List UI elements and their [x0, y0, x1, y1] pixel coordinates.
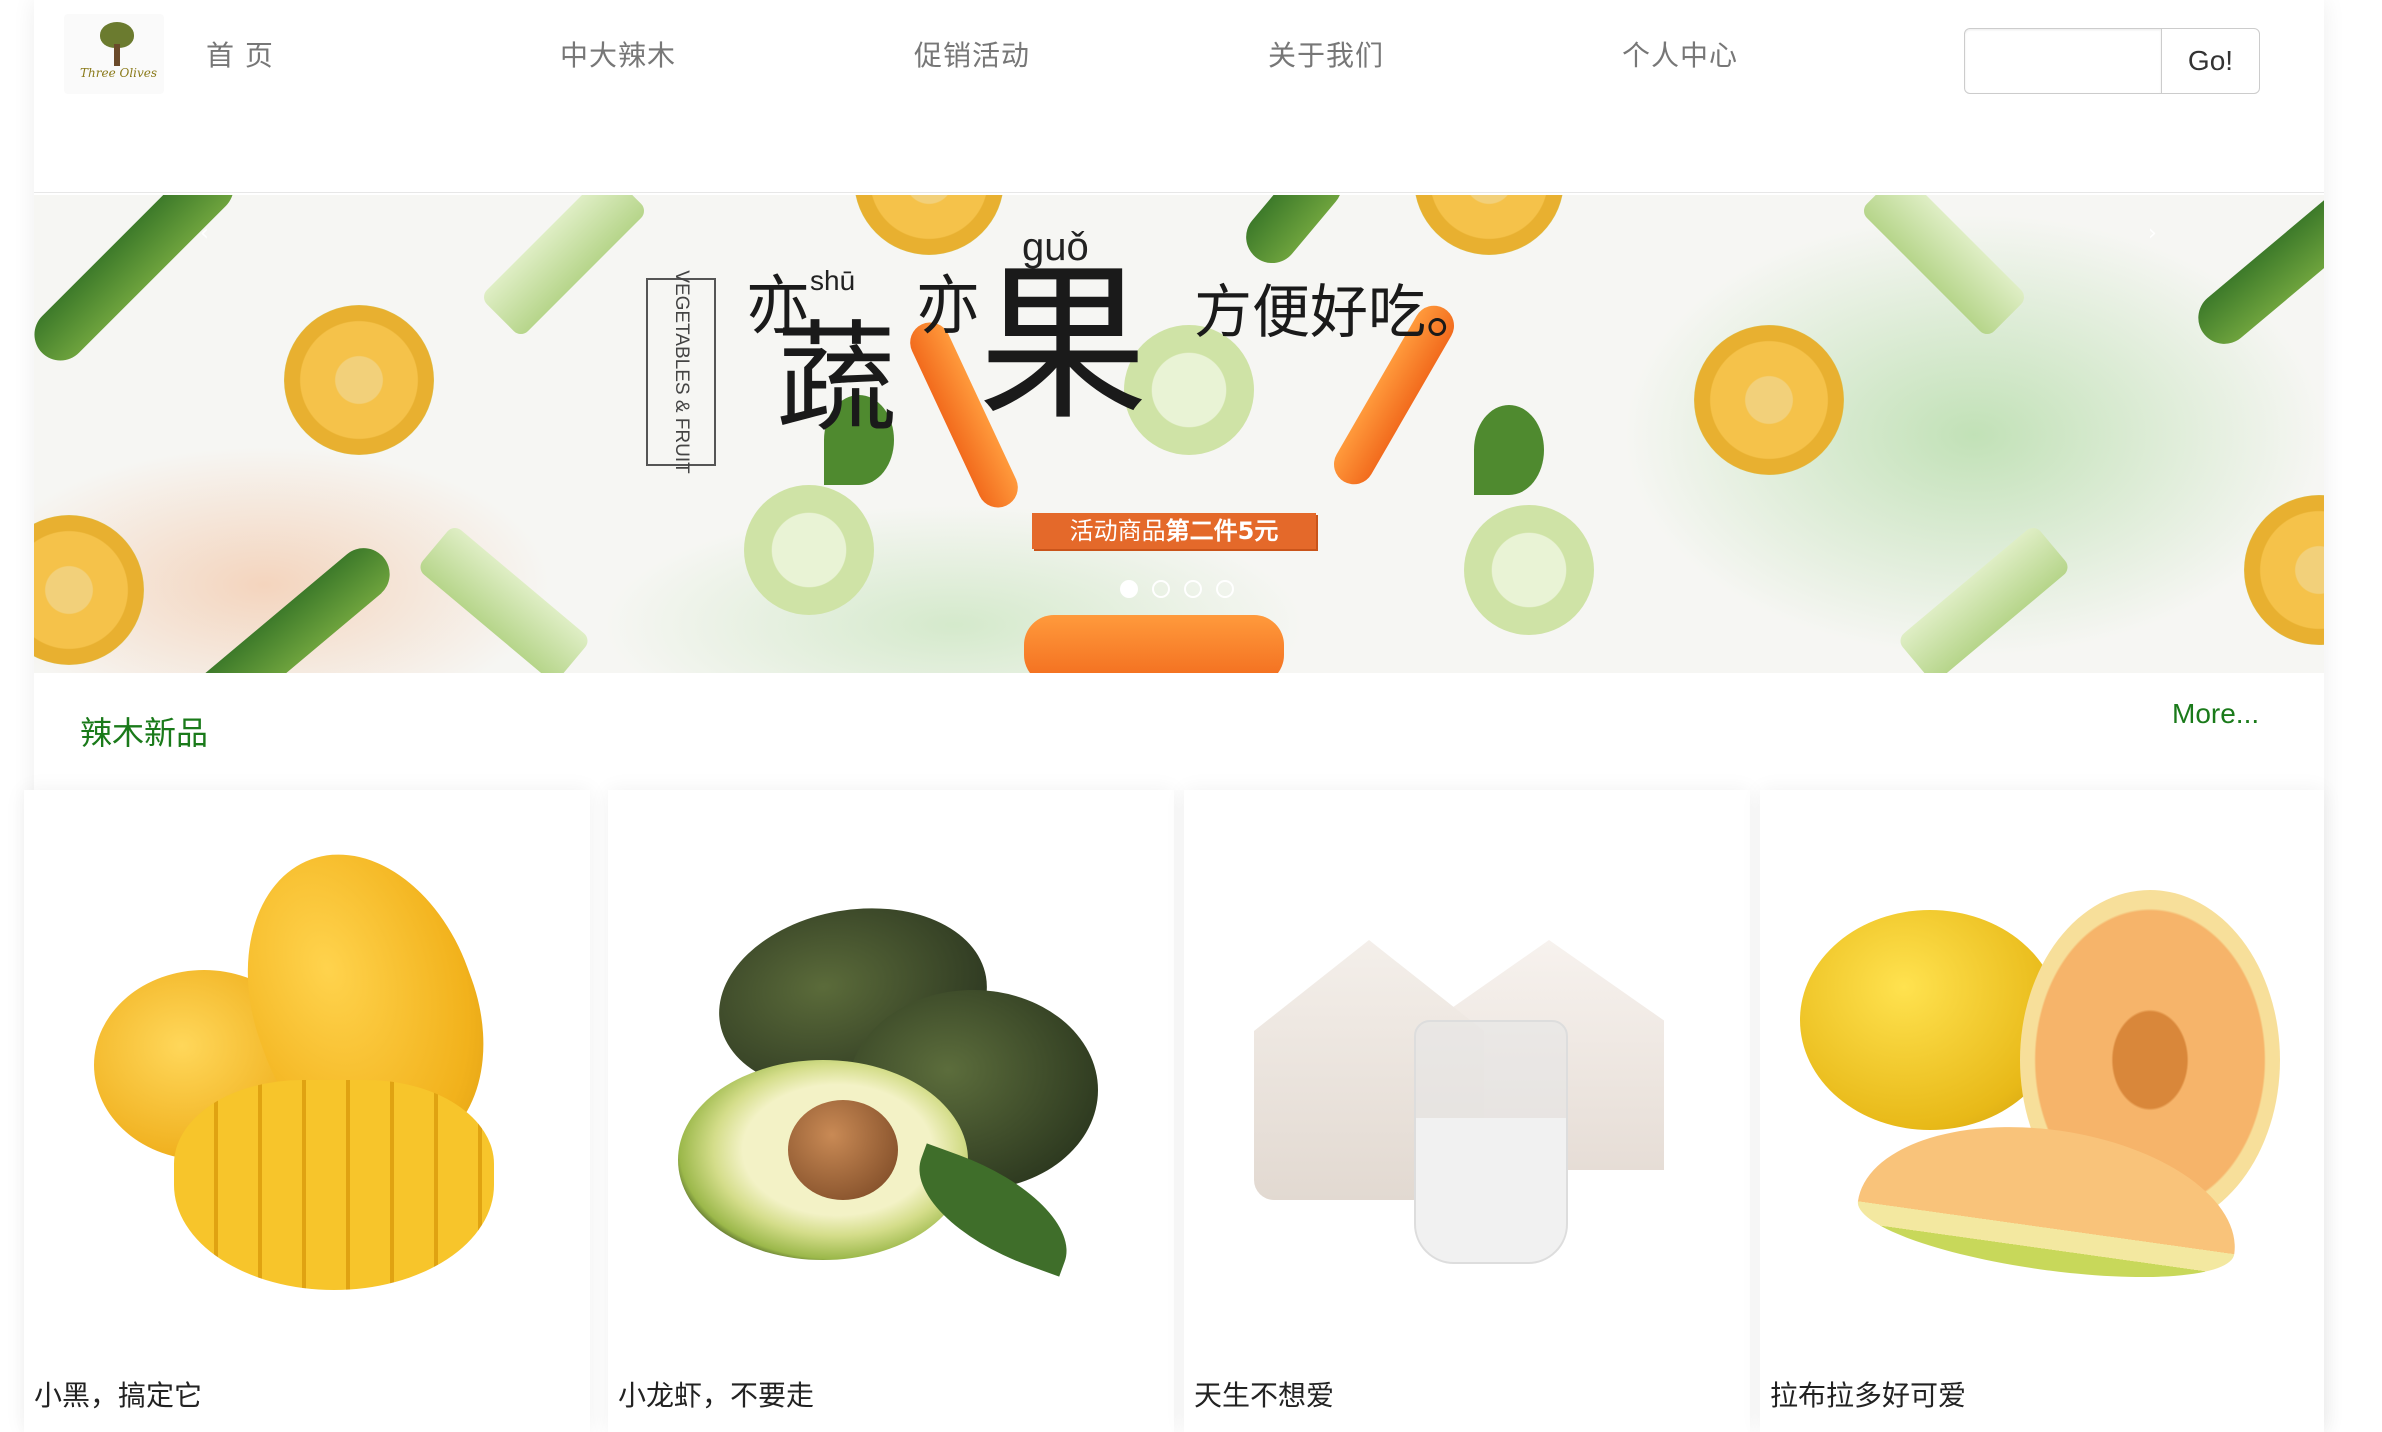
more-link[interactable]: More...: [2172, 698, 2259, 730]
cucumber-decoration: [34, 195, 245, 372]
avocado-image[interactable]: [608, 790, 1174, 1350]
search-form: Go!: [1964, 28, 2260, 96]
logo-text: Three Olives: [80, 66, 158, 80]
melon-image[interactable]: [1760, 790, 2324, 1350]
carousel-dot-2[interactable]: [1152, 580, 1170, 598]
product-name[interactable]: 天生不想爱: [1194, 1374, 1334, 1414]
nav-promotions[interactable]: 促销活动: [914, 34, 1030, 74]
search-go-button[interactable]: Go!: [2161, 28, 2260, 94]
mango-image[interactable]: [24, 790, 590, 1350]
corn-slice-decoration: [1694, 325, 1844, 475]
logo[interactable]: Three Olives: [64, 14, 164, 94]
promo-badge: 活动商品第二件5元: [1032, 513, 1316, 549]
cucumber-slice-decoration: [1464, 505, 1594, 635]
vegetables-fruit-label: VEGETABLES & FRUIT: [646, 270, 716, 474]
nav-home[interactable]: 首 页: [206, 34, 274, 74]
product-name[interactable]: 小龙虾，不要走: [618, 1374, 814, 1414]
corn-slice-decoration: [284, 305, 434, 455]
section-title: 辣木新品: [80, 714, 209, 752]
slogan-shu-pinyin: shū: [810, 265, 856, 296]
carrot-decoration: [1024, 615, 1284, 673]
slogan-yi-2: 亦: [916, 270, 980, 344]
product-card[interactable]: 小黑，搞定它: [24, 790, 590, 1432]
product-card[interactable]: 天生不想爱: [1184, 790, 1750, 1432]
carousel-dot-1[interactable]: [1120, 580, 1138, 598]
carousel-next-icon[interactable]: ›: [2148, 221, 2157, 246]
slogan-guo: 果: [978, 246, 1149, 444]
leaf-decoration: [1474, 405, 1544, 495]
carousel-prev-icon[interactable]: ‹: [200, 221, 209, 246]
cucumber-decoration: [1235, 195, 1353, 274]
carousel-dot-3[interactable]: [1184, 580, 1202, 598]
product-card[interactable]: 小龙虾，不要走: [608, 790, 1174, 1432]
coconut-image[interactable]: [1184, 790, 1750, 1350]
carousel-dot-4[interactable]: [1216, 580, 1234, 598]
product-name[interactable]: 小黑，搞定它: [34, 1374, 202, 1414]
cucumber-slice-decoration: [744, 485, 874, 615]
site-header: Three Olives 首 页 中大辣木 促销活动 关于我们 个人中心 Go!: [34, 0, 2324, 193]
product-card[interactable]: 拉布拉多好可爱: [1760, 790, 2324, 1432]
nav-about-us[interactable]: 关于我们: [1268, 34, 1384, 74]
product-name[interactable]: 拉布拉多好可爱: [1770, 1374, 1966, 1414]
corn-slice-decoration: [1414, 195, 1564, 255]
cucumber-stick-decoration: [479, 195, 649, 339]
banner-carousel[interactable]: VEGETABLES & FRUIT 亦 shū 蔬 亦 guǒ 果 方便好吃。…: [34, 195, 2324, 673]
search-input[interactable]: [1964, 28, 2162, 94]
slogan-shu: 蔬: [776, 310, 896, 449]
nav-moringa[interactable]: 中大辣木: [560, 34, 676, 74]
nav-user-center[interactable]: 个人中心: [1622, 34, 1738, 74]
slogan-tail: 方便好吃。: [1194, 278, 1485, 346]
